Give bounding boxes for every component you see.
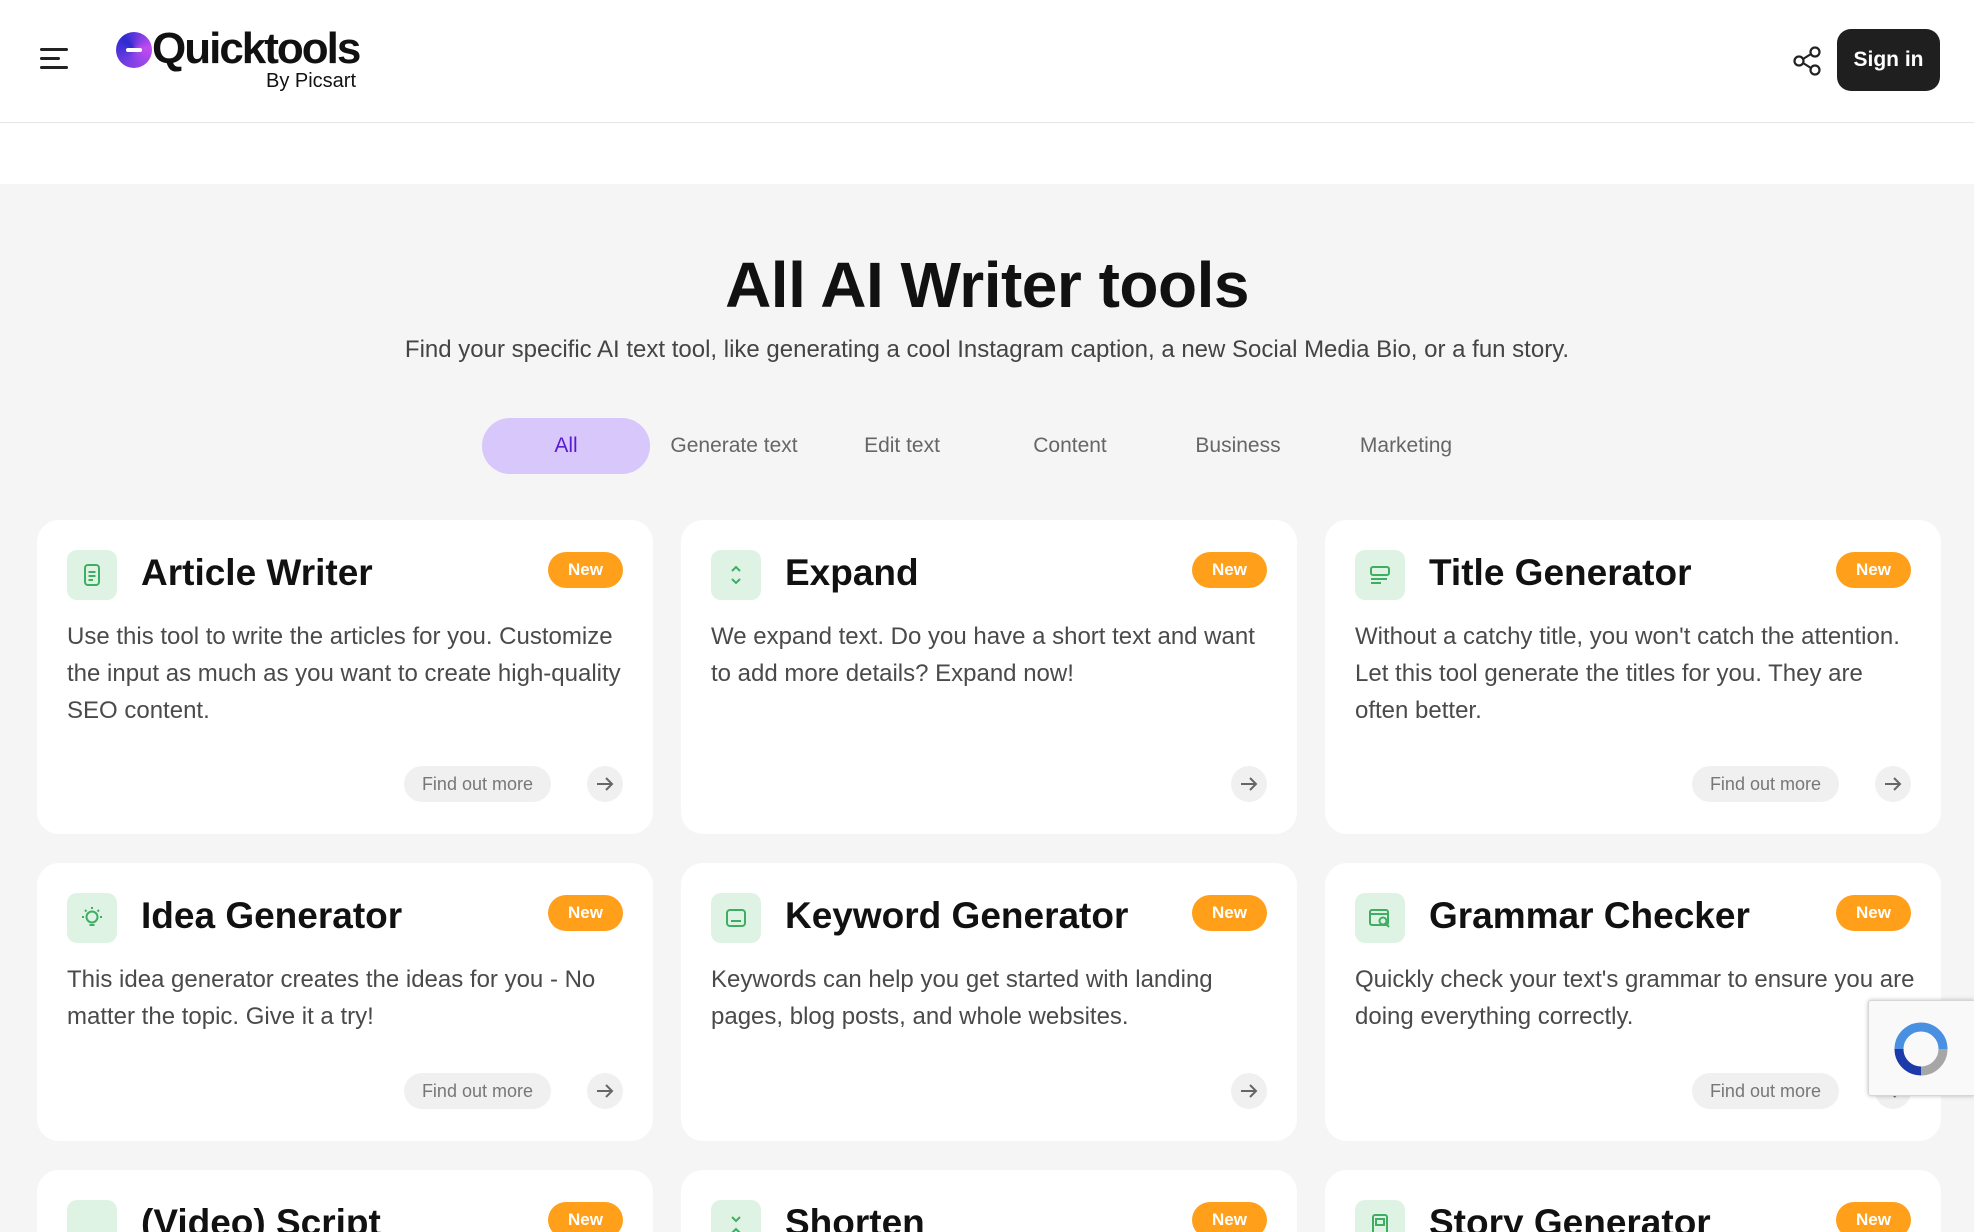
card-description: This idea generator creates the ideas fo… [67, 966, 596, 1030]
card-title: Keyword Generator [785, 895, 1129, 936]
new-badge: New [1192, 1202, 1267, 1232]
tab-all[interactable]: All [482, 418, 650, 474]
card-title: Grammar Checker [1429, 895, 1750, 936]
tab-business[interactable]: Business [1154, 418, 1322, 474]
expand-icon [711, 550, 761, 600]
recaptcha-icon [1894, 1022, 1948, 1076]
tool-card-title-generator[interactable]: Title Generator New Without a catchy tit… [1325, 520, 1941, 834]
logo-subtext: By Picsart [266, 70, 357, 92]
tab-generate-text[interactable]: Generate text [650, 418, 818, 474]
arrow-right-icon[interactable] [587, 1073, 623, 1109]
tool-card-idea-generator[interactable]: Idea Generator New This idea generator c… [37, 863, 653, 1141]
tool-card-expand[interactable]: Expand New We expand text. Do you have a… [681, 520, 1297, 834]
title-icon [1355, 550, 1405, 600]
arrow-right-icon[interactable] [1875, 766, 1911, 802]
document-icon [67, 550, 117, 600]
find-out-more-button[interactable]: Find out more [403, 766, 551, 802]
hamburger-menu-icon[interactable] [36, 44, 72, 74]
card-title: Article Writer [141, 552, 373, 593]
tab-marketing[interactable]: Marketing [1322, 418, 1490, 474]
card-title: Title Generator [1429, 552, 1692, 593]
tab-edit-text[interactable]: Edit text [818, 418, 986, 474]
new-badge: New [1836, 552, 1911, 588]
card-description: We expand text. Do you have a short text… [711, 623, 1255, 687]
new-badge: New [1192, 895, 1267, 931]
arrow-right-icon[interactable] [587, 766, 623, 802]
new-badge: New [1192, 552, 1267, 588]
find-out-more-button[interactable]: Find out more [1691, 1073, 1839, 1109]
arrow-right-icon[interactable] [1231, 1073, 1267, 1109]
shorten-icon [711, 1200, 761, 1232]
new-badge: New [1836, 1202, 1911, 1232]
find-out-more-button[interactable]: Find out more [1691, 766, 1839, 802]
new-badge: New [1836, 895, 1911, 931]
arrow-right-icon[interactable] [1231, 766, 1267, 802]
tool-card-grammar-checker[interactable]: Grammar Checker New Quickly check your t… [1325, 863, 1941, 1141]
top-header: Quicktools By Picsart Sign in [0, 0, 1974, 123]
logo-text: Quicktools [152, 24, 361, 73]
card-description: Quickly check your text's grammar to ens… [1355, 966, 1915, 1030]
page-subtitle: Find your specific AI text tool, like ge… [404, 336, 1570, 363]
sign-in-button[interactable]: Sign in [1837, 29, 1940, 91]
lightbulb-icon [67, 893, 117, 943]
card-title: Idea Generator [141, 895, 403, 936]
card-description: Without a catchy title, you won't catch … [1355, 623, 1900, 724]
tool-card-video-script[interactable]: (Video) Script New [37, 1170, 653, 1232]
new-badge: New [548, 1202, 623, 1232]
keyword-icon [711, 893, 761, 943]
new-badge: New [548, 552, 623, 588]
tool-card-shorten[interactable]: Shorten New [681, 1170, 1297, 1232]
card-title: (Video) Script [141, 1202, 381, 1232]
card-description: Keywords can help you get started with l… [711, 966, 1213, 1030]
page-title: All AI Writer tools [725, 249, 1249, 321]
main-content: All AI Writer tools Find your specific A… [0, 184, 1974, 1232]
logo-mark-icon [116, 32, 152, 68]
tab-content[interactable]: Content [986, 418, 1154, 474]
card-description: Use this tool to write the articles for … [67, 623, 621, 724]
recaptcha-badge[interactable] [1868, 1000, 1974, 1096]
video-script-icon [67, 1200, 117, 1232]
find-out-more-button[interactable]: Find out more [403, 1073, 551, 1109]
tool-card-keyword-generator[interactable]: Keyword Generator New Keywords can help … [681, 863, 1297, 1141]
card-title: Story Generator [1429, 1202, 1711, 1232]
share-icon[interactable] [1790, 44, 1824, 78]
new-badge: New [548, 895, 623, 931]
card-title: Expand [785, 552, 919, 593]
card-title: Shorten [785, 1202, 925, 1232]
quicktools-logo[interactable]: Quicktools By Picsart [116, 24, 366, 94]
tool-card-article-writer[interactable]: Article Writer New Use this tool to writ… [37, 520, 653, 834]
story-icon [1355, 1200, 1405, 1232]
grammar-check-icon [1355, 893, 1405, 943]
tool-card-story-generator[interactable]: Story Generator New [1325, 1170, 1941, 1232]
